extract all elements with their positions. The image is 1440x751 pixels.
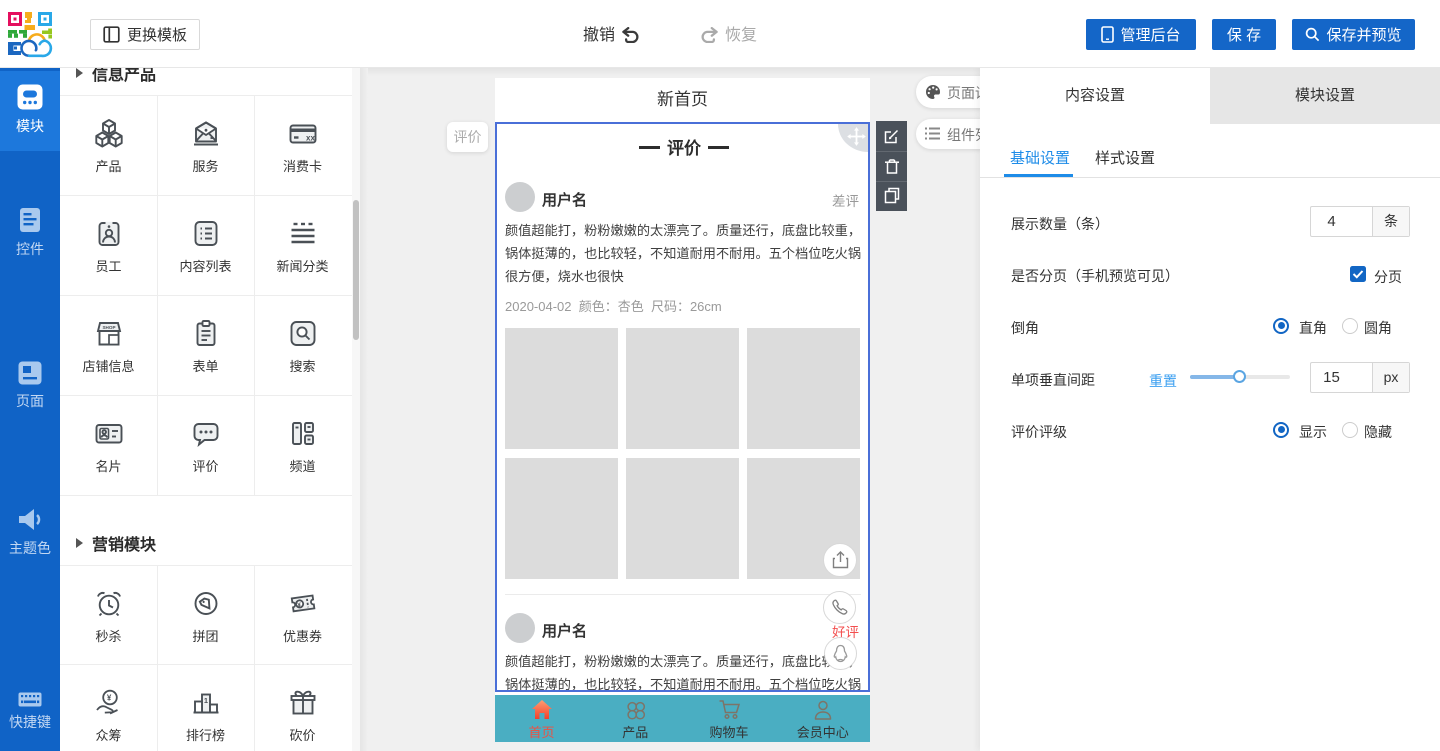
svg-text:SHOP: SHOP bbox=[102, 325, 115, 330]
svg-text:xx: xx bbox=[306, 134, 315, 143]
svg-text:1: 1 bbox=[203, 696, 207, 705]
svg-text:¥: ¥ bbox=[106, 694, 111, 703]
